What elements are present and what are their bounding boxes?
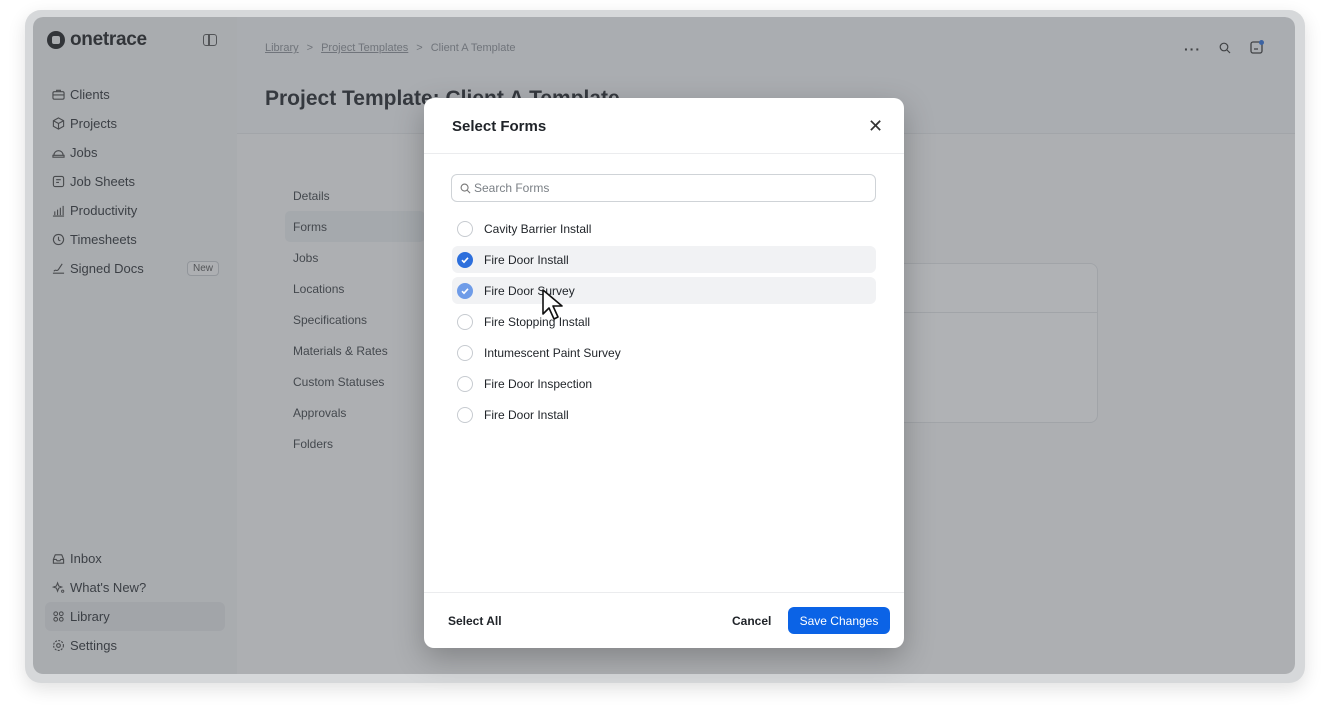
form-option-intumescent-paint-survey[interactable]: Intumescent Paint Survey — [452, 339, 876, 366]
cancel-button[interactable]: Cancel — [732, 614, 771, 628]
form-option-label: Fire Door Inspection — [484, 376, 593, 391]
forms-list: Cavity Barrier Install Fire Door Install… — [452, 215, 876, 432]
form-option-fire-stopping-install[interactable]: Fire Stopping Install — [452, 308, 876, 335]
unchecked-radio-icon[interactable] — [457, 344, 473, 361]
form-option-label: Cavity Barrier Install — [484, 221, 592, 236]
modal-title: Select Forms — [452, 118, 547, 135]
form-option-label: Fire Door Install — [484, 252, 569, 267]
form-option-fire-door-survey[interactable]: Fire Door Survey — [452, 277, 876, 304]
select-forms-modal: Select Forms ✕ Cavity Barrier Install Fi… — [424, 98, 904, 648]
save-changes-button[interactable]: Save Changes — [788, 607, 890, 634]
select-all-button[interactable]: Select All — [448, 614, 502, 628]
search-icon — [458, 183, 472, 194]
form-option-fire-door-install[interactable]: Fire Door Install — [452, 246, 876, 273]
modal-divider — [424, 153, 904, 154]
checked-circle-icon[interactable] — [457, 251, 473, 268]
unchecked-radio-icon[interactable] — [457, 375, 473, 392]
checked-circle-icon[interactable] — [457, 282, 473, 299]
unchecked-radio-icon[interactable] — [457, 220, 473, 237]
mouse-pointer-icon — [541, 288, 571, 327]
form-option-cavity-barrier-install[interactable]: Cavity Barrier Install — [452, 215, 876, 242]
unchecked-radio-icon[interactable] — [457, 406, 473, 423]
form-option-fire-door-install-2[interactable]: Fire Door Install — [452, 401, 876, 428]
form-option-label: Fire Door Install — [484, 407, 569, 422]
close-icon[interactable]: ✕ — [868, 116, 883, 137]
form-option-label: Intumescent Paint Survey — [484, 345, 621, 360]
search-forms-input[interactable] — [472, 180, 856, 196]
search-forms-field[interactable] — [451, 174, 876, 202]
modal-footer-divider — [424, 592, 904, 593]
form-option-fire-door-inspection[interactable]: Fire Door Inspection — [452, 370, 876, 397]
form-option-label: Fire Stopping Install — [484, 314, 591, 329]
unchecked-radio-icon[interactable] — [457, 313, 473, 330]
